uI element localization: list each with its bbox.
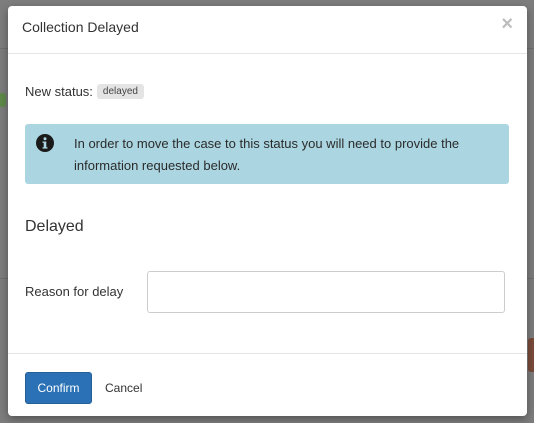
backdrop-badge-fragment	[0, 93, 6, 107]
modal-header: Collection Delayed ×	[8, 6, 527, 54]
status-change-modal: Collection Delayed × New status: delayed…	[8, 6, 527, 416]
reason-for-delay-input[interactable]	[147, 271, 505, 313]
modal-body: New status: delayed In order to move the…	[8, 54, 527, 353]
backdrop-button-fragment	[528, 338, 534, 372]
info-circle-icon	[36, 134, 54, 152]
modal-footer: Confirm Cancel	[8, 353, 527, 416]
confirm-button[interactable]: Confirm	[25, 372, 92, 404]
new-status-label: New status:	[25, 84, 93, 99]
section-heading: Delayed	[25, 218, 84, 235]
close-icon[interactable]: ×	[501, 14, 513, 34]
modal-title: Collection Delayed	[22, 19, 139, 35]
info-alert: In order to move the case to this status…	[25, 124, 509, 184]
status-badge: delayed	[96, 84, 144, 99]
new-status-row: New status: delayed	[25, 84, 144, 99]
alert-message: In order to move the case to this status…	[74, 136, 460, 173]
cancel-link[interactable]: Cancel	[105, 381, 142, 395]
reason-for-delay-label: Reason for delay	[25, 284, 124, 299]
